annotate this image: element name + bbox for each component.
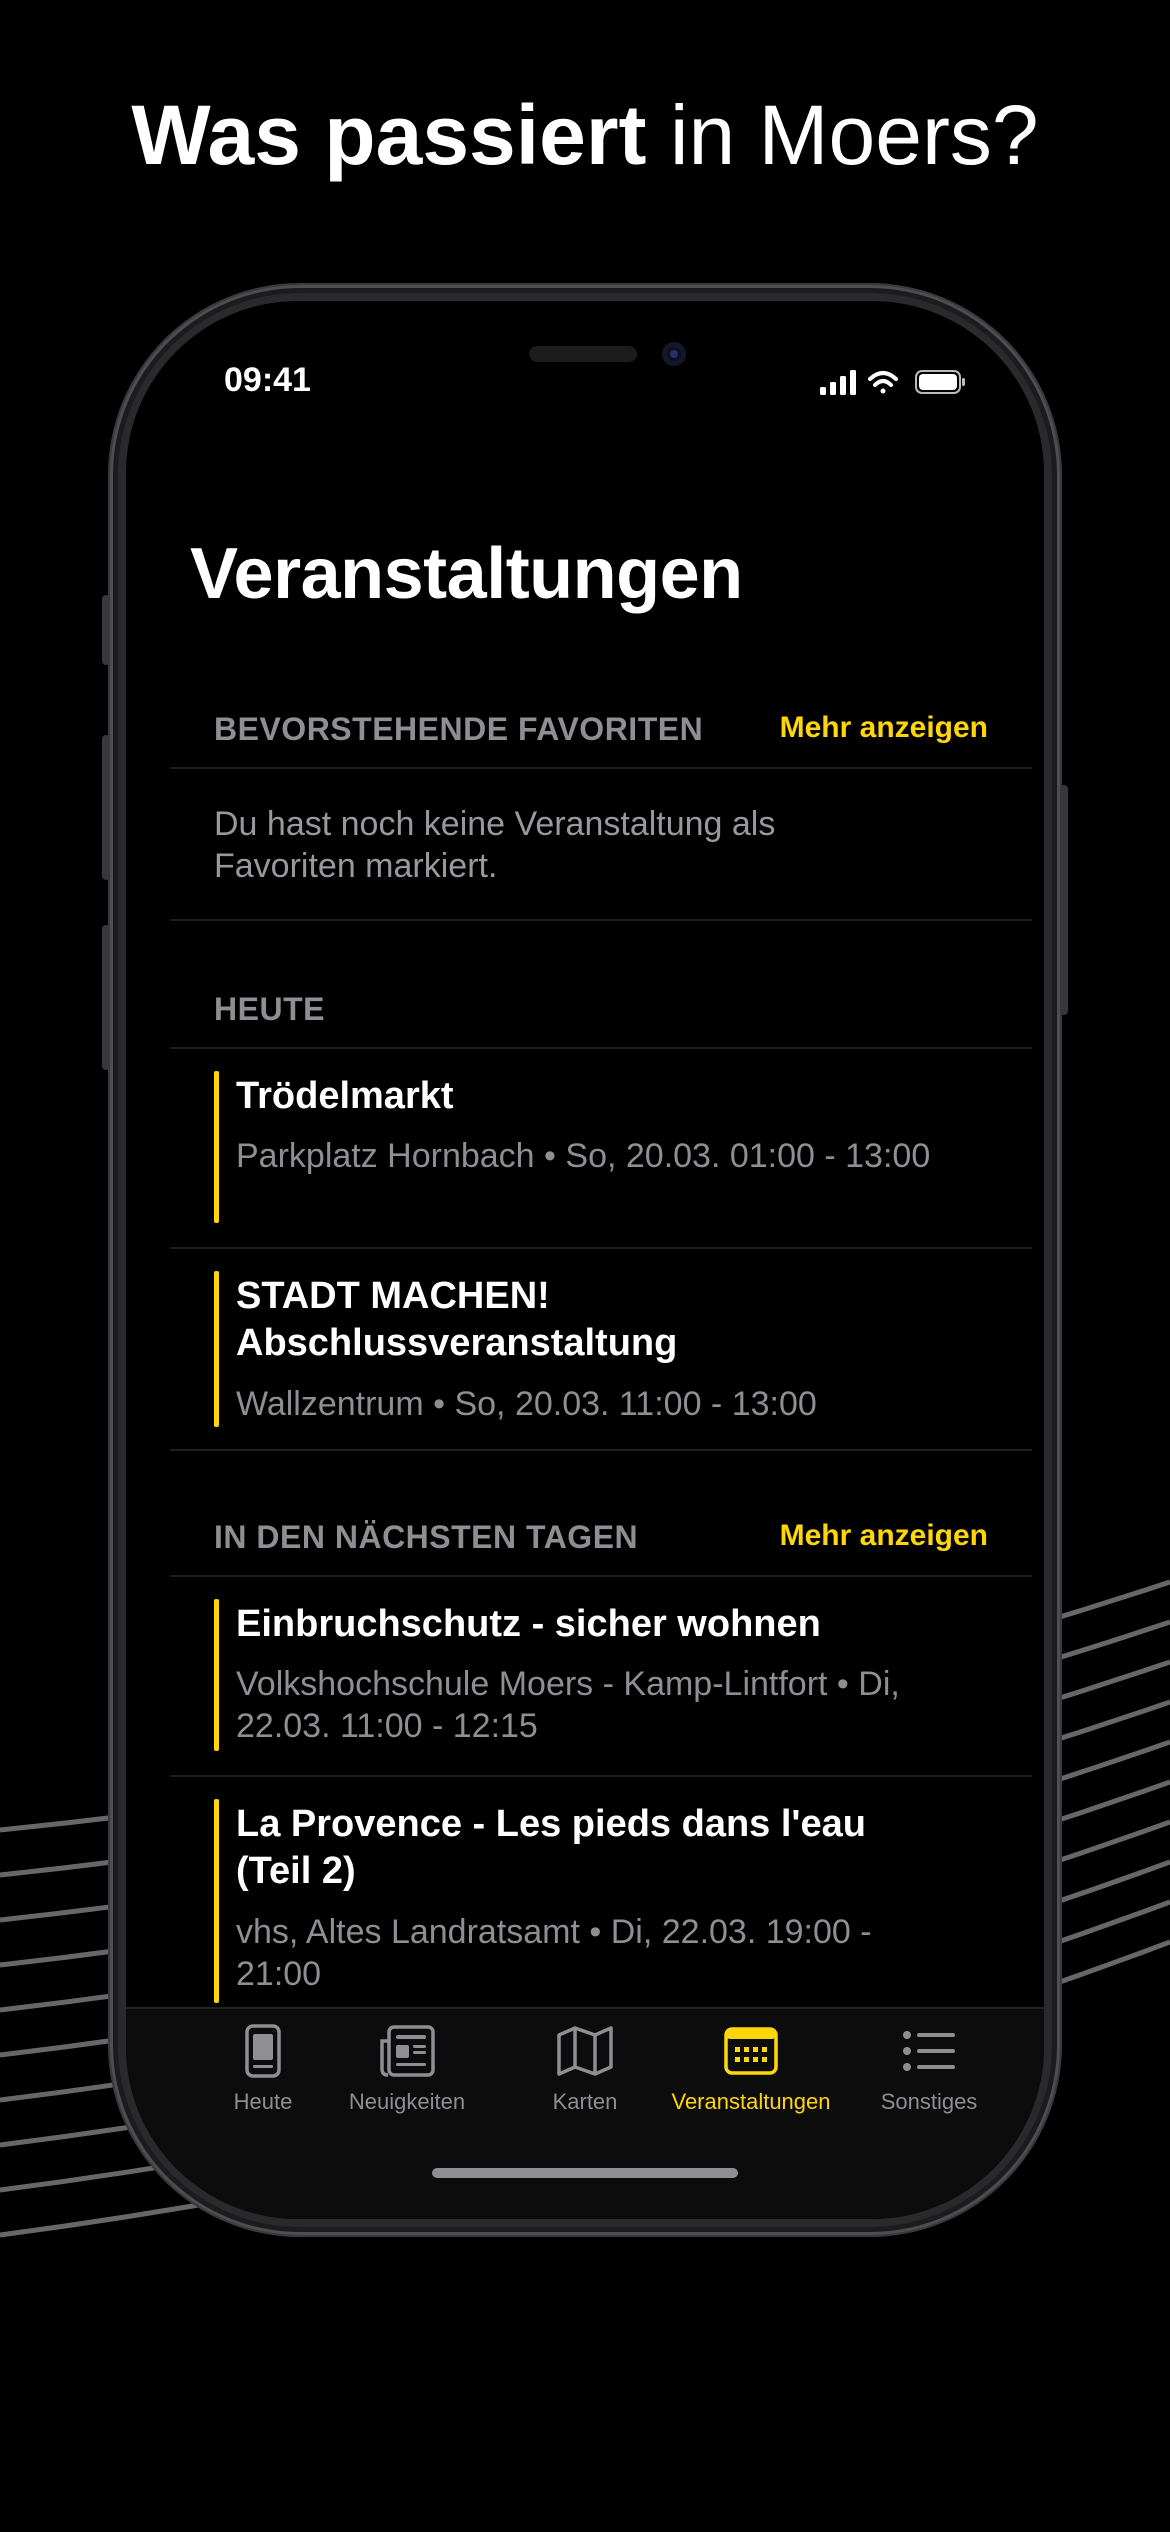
volume-down-button [102, 925, 110, 1070]
section-header-upcoming: IN DEN NÄCHSTEN TAGEN Mehr anzeigen [170, 1505, 1032, 1577]
phone-screen: 09:41 Veranstaltungen BEVORSTEHENDE FAVO… [126, 301, 1044, 2219]
show-more-upcoming-link[interactable]: Mehr anzeigen [780, 1519, 988, 1553]
event-title: Trödelmarkt [236, 1075, 454, 1117]
calendar-icon [724, 2027, 778, 2075]
volume-up-button [102, 735, 110, 880]
map-icon [557, 2026, 613, 2076]
newspaper-icon [380, 2025, 435, 2077]
event-row[interactable]: Einbruchschutz - sicher wohnen Volkshoch… [170, 1577, 1032, 1777]
power-button [1060, 785, 1068, 1015]
tab-label: Veranstaltungen [671, 2089, 831, 2114]
tab-sonstiges[interactable]: Sonstiges [844, 2023, 1014, 2123]
event-meta: Parkplatz Hornbach • So, 20.03. 01:00 - … [236, 1137, 931, 1175]
cellular-signal-icon [820, 370, 856, 395]
list-icon [903, 2031, 955, 2071]
tab-label: Sonstiges [880, 2089, 978, 2114]
section-header-favorites: BEVORSTEHENDE FAVORITEN Mehr anzeigen [170, 697, 1032, 769]
event-meta: Wallzentrum • So, 20.03. 11:00 - 13:00 [236, 1385, 817, 1423]
event-accent-bar [214, 1799, 219, 2003]
event-accent-bar [214, 1599, 219, 1751]
tab-veranstaltungen[interactable]: Veranstaltungen [646, 2023, 856, 2123]
section-header-today: HEUTE [170, 977, 1032, 1049]
event-meta: Volkshochschule Moers - Kamp-Lintfort • … [236, 1665, 900, 1745]
tab-label: Neuigkeiten [348, 2089, 466, 2114]
page-title: Veranstaltungen [190, 534, 743, 614]
event-row[interactable]: La Provence - Les pieds dans l'eau (Teil… [170, 1777, 1032, 2007]
front-camera [662, 342, 686, 366]
battery-icon [915, 370, 965, 394]
show-more-favorites-link[interactable]: Mehr anzeigen [780, 711, 988, 745]
event-title: STADT MACHEN! Abschlussveranstaltung [236, 1275, 678, 1364]
favorites-empty-state: Du hast noch keine Veranstaltung als Fav… [170, 769, 1032, 921]
event-accent-bar [214, 1271, 219, 1427]
home-indicator[interactable] [432, 2168, 738, 2178]
status-time: 09:41 [224, 361, 311, 399]
section-label: HEUTE [214, 991, 325, 1027]
wifi-icon [868, 371, 898, 394]
tab-bar: Heute Neuigkeiten Karten Veranstaltungen… [126, 2007, 1044, 2219]
event-row[interactable]: STADT MACHEN! Abschlussveranstaltung Wal… [170, 1249, 1032, 1451]
speaker-grille [529, 346, 637, 362]
event-accent-bar [214, 1071, 219, 1223]
event-title: La Provence - Les pieds dans l'eau (Teil… [236, 1803, 866, 1892]
section-label: BEVORSTEHENDE FAVORITEN [214, 711, 704, 747]
tab-neuigkeiten[interactable]: Neuigkeiten [322, 2023, 492, 2123]
tab-label: Karten [552, 2089, 618, 2114]
tab-karten[interactable]: Karten [500, 2023, 670, 2123]
event-title: Einbruchschutz - sicher wohnen [236, 1603, 821, 1645]
action-button [102, 595, 110, 665]
event-meta: vhs, Altes Landratsamt • Di, 22.03. 19:0… [236, 1913, 872, 1993]
empty-state-text: Du hast noch keine Veranstaltung als Fav… [214, 805, 776, 885]
status-icons [820, 370, 965, 395]
phone-document-icon [245, 2024, 281, 2078]
event-row[interactable]: Trödelmarkt Parkplatz Hornbach • So, 20.… [170, 1049, 1032, 1249]
section-label: IN DEN NÄCHSTEN TAGEN [214, 1519, 639, 1555]
